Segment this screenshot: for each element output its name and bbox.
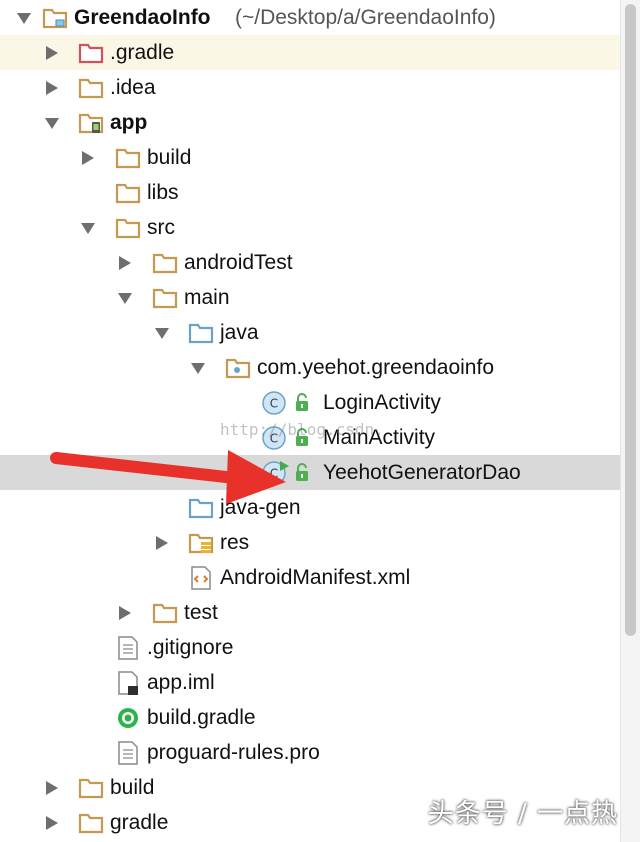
tree-label: java <box>220 321 259 344</box>
project-folder-icon <box>42 8 68 29</box>
tree-row-login-activity[interactable]: C LoginActivity <box>0 385 620 420</box>
tree-label: src <box>147 216 175 239</box>
tree-row-gitignore[interactable]: .gitignore <box>0 630 620 665</box>
collapsed-arrow-icon[interactable] <box>44 81 60 95</box>
vertical-scrollbar[interactable] <box>620 0 640 842</box>
tree-label: java-gen <box>220 496 301 519</box>
text-file-icon <box>118 741 138 765</box>
source-folder-icon <box>188 323 214 344</box>
xml-file-icon <box>191 566 211 590</box>
text-file-icon <box>118 636 138 660</box>
tree-row-idea[interactable]: .idea <box>0 70 620 105</box>
tree-row-libs[interactable]: libs <box>0 175 620 210</box>
tree-label: libs <box>147 181 179 204</box>
expanded-arrow-icon[interactable] <box>44 116 60 130</box>
folder-icon <box>78 813 104 834</box>
tree-row-main[interactable]: main <box>0 280 620 315</box>
tree-label: YeehotGeneratorDao <box>323 461 521 484</box>
tree-label: .idea <box>110 76 156 99</box>
folder-icon <box>152 288 178 309</box>
tree-label: app.iml <box>147 671 215 694</box>
tree-label: .gitignore <box>147 636 234 659</box>
tree-row-proguard-rules[interactable]: proguard-rules.pro <box>0 735 620 770</box>
collapsed-arrow-icon[interactable] <box>117 256 133 270</box>
expanded-arrow-icon[interactable] <box>117 291 133 305</box>
java-class-icon: C <box>262 391 286 415</box>
tree-label: proguard-rules.pro <box>147 741 320 764</box>
tree-label: test <box>184 601 218 624</box>
project-path: (~/Desktop/a/GreendaoInfo) <box>235 6 496 29</box>
tree-row-test[interactable]: test <box>0 595 620 630</box>
java-runnable-class-icon: C <box>262 461 289 485</box>
tree-label: GreendaoInfo <box>74 6 211 29</box>
lock-icon <box>296 463 308 481</box>
package-folder-icon <box>225 358 251 379</box>
tree-label: androidTest <box>184 251 293 274</box>
expanded-arrow-icon[interactable] <box>80 221 96 235</box>
tree-row-java[interactable]: java <box>0 315 620 350</box>
watermark-text: http://blog.csdn. <box>220 420 384 439</box>
tree-row-src[interactable]: src <box>0 210 620 245</box>
tree-label: AndroidManifest.xml <box>220 566 411 589</box>
tree-label: com.yeehot.greendaoinfo <box>257 356 494 379</box>
android-module-folder-icon <box>78 113 104 134</box>
tree-label: main <box>184 286 230 309</box>
collapsed-arrow-icon[interactable] <box>117 606 133 620</box>
tree-label: LoginActivity <box>323 391 441 414</box>
folder-icon <box>115 183 141 204</box>
iml-file-icon <box>118 671 138 695</box>
gradle-file-icon <box>118 708 138 728</box>
tree-label: app <box>110 111 148 134</box>
expanded-arrow-icon[interactable] <box>16 11 32 25</box>
expanded-arrow-icon[interactable] <box>190 361 206 375</box>
tree-label: build.gradle <box>147 706 256 729</box>
expanded-arrow-icon[interactable] <box>154 326 170 340</box>
tree-row-androidtest[interactable]: androidTest <box>0 245 620 280</box>
svg-text:C: C <box>270 397 278 411</box>
svg-text:C: C <box>270 467 278 481</box>
scrollbar-thumb[interactable] <box>625 4 636 636</box>
tree-label: res <box>220 531 250 554</box>
tree-row-app-build[interactable]: build <box>0 140 620 175</box>
collapsed-arrow-icon[interactable] <box>80 151 96 165</box>
tree-row-res[interactable]: res <box>0 525 620 560</box>
folder-icon <box>152 603 178 624</box>
collapsed-arrow-icon[interactable] <box>154 536 170 550</box>
tree-label: gradle <box>110 811 169 834</box>
source-folder-icon <box>188 498 214 519</box>
collapsed-arrow-icon[interactable] <box>44 781 60 795</box>
tree-row-gradle-dir[interactable]: .gradle <box>0 35 620 70</box>
lock-icon <box>296 393 308 411</box>
folder-icon <box>78 778 104 799</box>
tree-row-yeehot-generator-dao[interactable]: C YeehotGeneratorDao <box>0 455 620 490</box>
folder-icon <box>115 148 141 169</box>
tree-label: build <box>110 776 155 799</box>
folder-icon <box>78 43 104 64</box>
tree-label: .gradle <box>110 41 175 64</box>
tree-row-build-gradle[interactable]: build.gradle <box>0 700 620 735</box>
tree-row-android-manifest[interactable]: AndroidManifest.xml <box>0 560 620 595</box>
tree-label: build <box>147 146 192 169</box>
tree-row-app-iml[interactable]: app.iml <box>0 665 620 700</box>
collapsed-arrow-icon[interactable] <box>44 46 60 60</box>
folder-icon <box>152 253 178 274</box>
resources-folder-icon <box>188 533 214 554</box>
tree-row-project-root[interactable]: GreendaoInfo (~/Desktop/a/GreendaoInfo) <box>0 0 620 35</box>
tree-row-java-gen[interactable]: java-gen <box>0 490 620 525</box>
folder-icon <box>115 218 141 239</box>
folder-icon <box>78 78 104 99</box>
tree-row-app[interactable]: app <box>0 105 620 140</box>
collapsed-arrow-icon[interactable] <box>44 816 60 830</box>
brand-watermark: 头条号 / 一点热 <box>427 799 618 829</box>
tree-row-package[interactable]: com.yeehot.greendaoinfo <box>0 350 620 385</box>
